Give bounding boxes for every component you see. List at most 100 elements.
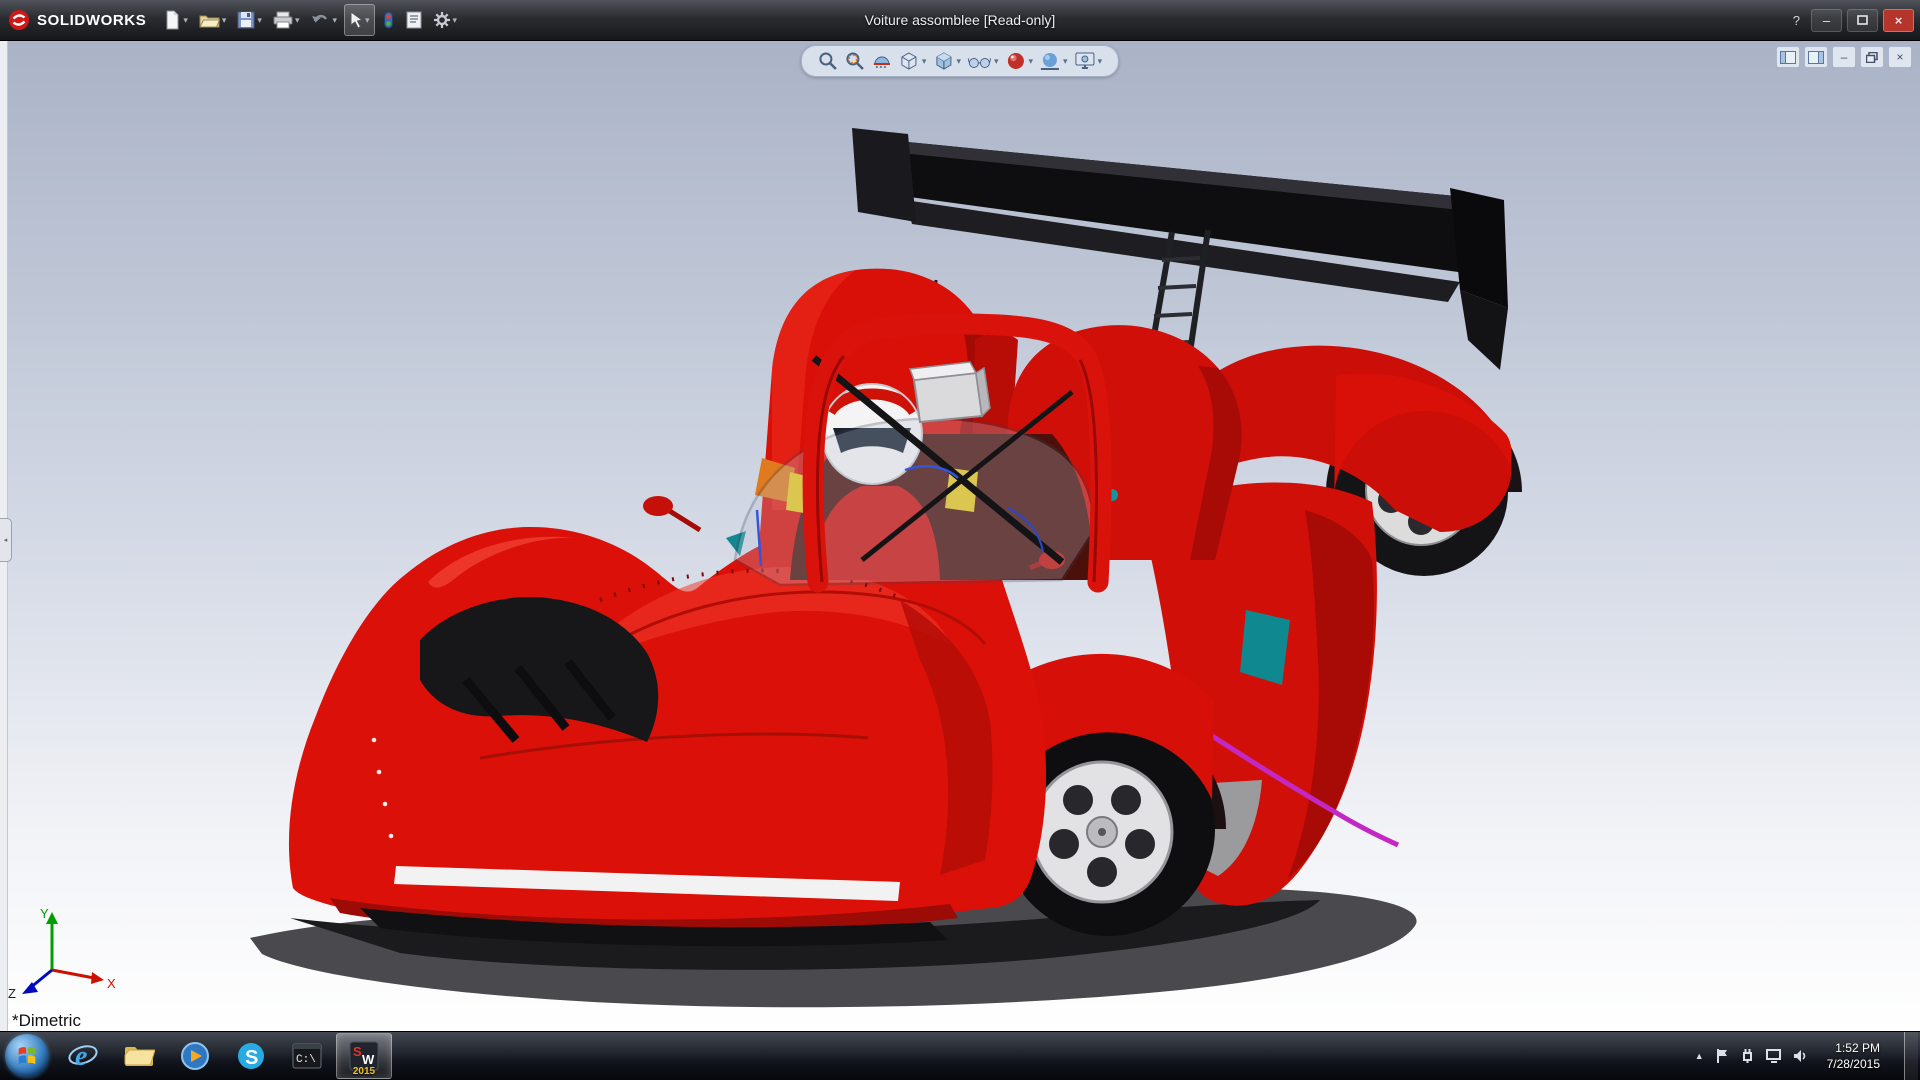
- dropdown-arrow-icon[interactable]: ▾: [332, 15, 337, 26]
- dropdown-arrow-icon[interactable]: ▾: [257, 15, 262, 26]
- panel-splitter-handle[interactable]: ◂: [0, 518, 12, 562]
- svg-text:S: S: [353, 1044, 362, 1059]
- intake-box: [910, 362, 990, 422]
- doc-restore-button[interactable]: [1860, 46, 1884, 68]
- zoom-fit-icon: [818, 51, 838, 71]
- view-cube-icon: [899, 51, 919, 71]
- view-settings-button[interactable]: ▾: [1075, 52, 1103, 70]
- save-button[interactable]: ▾: [233, 5, 266, 35]
- dropdown-arrow-icon[interactable]: ▾: [183, 15, 188, 26]
- dropdown-arrow-icon[interactable]: ▾: [922, 56, 927, 67]
- skype-icon: S: [236, 1041, 266, 1071]
- quick-access-toolbar: ▾ ▾ ▾ ▾ ▾ ▾ ▾: [160, 4, 461, 36]
- graphics-area[interactable]: Y X Z ◂ ▾ ▾ ▾: [0, 40, 1920, 1032]
- section-view-icon: [872, 52, 892, 70]
- system-tray: ▲ 1:52 PM 7/28/2015: [1695, 1032, 1920, 1080]
- triad-x-label: X: [107, 976, 116, 991]
- command-prompt-icon: C:\: [292, 1043, 322, 1069]
- maximize-button[interactable]: [1847, 9, 1878, 32]
- taskbar-skype[interactable]: S: [224, 1034, 278, 1078]
- apply-scene-button[interactable]: ▾: [1040, 51, 1068, 71]
- feature-pane-left-button[interactable]: [1776, 46, 1800, 68]
- rebuild-button[interactable]: [378, 5, 399, 35]
- orientation-triad: Y X Z: [8, 906, 116, 1001]
- open-button[interactable]: ▾: [195, 5, 231, 35]
- dropdown-arrow-icon[interactable]: ▾: [994, 56, 999, 67]
- windows-flag-icon: [15, 1044, 39, 1068]
- select-button[interactable]: ▾: [344, 4, 375, 36]
- doc-close-button[interactable]: ×: [1888, 46, 1912, 68]
- dropdown-arrow-icon[interactable]: ▾: [956, 56, 961, 67]
- start-button[interactable]: [5, 1034, 49, 1078]
- undo-arrow-icon: [310, 12, 330, 28]
- dropdown-arrow-icon[interactable]: ▾: [1063, 56, 1068, 67]
- taskbar-windows-explorer[interactable]: [112, 1034, 166, 1078]
- view-orientation-label: *Dimetric: [12, 1011, 81, 1031]
- svg-text:e: e: [75, 1041, 87, 1072]
- display-icon[interactable]: [1766, 1049, 1782, 1063]
- close-button[interactable]: ×: [1883, 9, 1914, 32]
- triad-y-label: Y: [40, 906, 49, 921]
- taskbar-internet-explorer[interactable]: e: [56, 1034, 110, 1078]
- taskbar-clock[interactable]: 1:52 PM 7/28/2015: [1819, 1040, 1888, 1072]
- view-orientation-button[interactable]: ▾: [899, 51, 927, 71]
- view-settings-icon: [1075, 52, 1095, 70]
- heads-up-view-toolbar: ▾ ▾ ▾ ▾ ▾ ▾: [801, 45, 1119, 77]
- display-style-icon: [933, 51, 953, 71]
- pane-right-icon: [1808, 51, 1824, 64]
- options-gear-icon: [433, 11, 451, 29]
- dropdown-arrow-icon[interactable]: ▾: [1029, 56, 1034, 67]
- feature-pane-right-button[interactable]: [1804, 46, 1828, 68]
- svg-text:C:\: C:\: [296, 1054, 316, 1066]
- dropdown-arrow-icon[interactable]: ▾: [365, 15, 370, 26]
- print-icon: [273, 11, 293, 29]
- clock-time: 1:52 PM: [1827, 1040, 1880, 1056]
- scene-ball-icon: [1040, 51, 1060, 71]
- file-properties-icon: [406, 11, 422, 29]
- edit-appearance-button[interactable]: ▾: [1006, 51, 1034, 71]
- power-plug-icon[interactable]: [1740, 1048, 1755, 1064]
- teal-side-window: [1240, 610, 1290, 685]
- window-title: Voiture assomblee [Read-only]: [865, 12, 1056, 28]
- eyeglasses-icon: [968, 54, 991, 69]
- internet-explorer-icon: e: [66, 1040, 100, 1072]
- print-button[interactable]: ▾: [269, 5, 304, 35]
- open-folder-icon: [199, 12, 220, 29]
- display-style-button[interactable]: ▾: [933, 51, 961, 71]
- logo-text: SOLIDWORKS: [37, 12, 146, 29]
- select-cursor-icon: [349, 11, 363, 29]
- taskbar-media-player[interactable]: [168, 1034, 222, 1078]
- save-floppy-icon: [237, 11, 255, 29]
- file-properties-button[interactable]: [402, 5, 426, 35]
- taskbar: e S C:\ S W 2015: [0, 1031, 1920, 1080]
- taskbar-command-prompt[interactable]: C:\: [280, 1034, 334, 1078]
- zoom-to-area-button[interactable]: [845, 51, 865, 71]
- maximize-icon: [1857, 15, 1868, 25]
- options-button[interactable]: ▾: [429, 5, 462, 35]
- car-model-render[interactable]: Y X Z: [0, 40, 1920, 1032]
- minimize-button[interactable]: –: [1811, 9, 1842, 32]
- pane-left-icon: [1780, 51, 1796, 64]
- main-hull: [289, 522, 1046, 946]
- hide-show-items-button[interactable]: ▾: [968, 54, 999, 69]
- volume-icon[interactable]: [1793, 1049, 1808, 1063]
- new-button[interactable]: ▾: [160, 5, 192, 35]
- dropdown-arrow-icon[interactable]: ▾: [222, 15, 227, 26]
- doc-minimize-button[interactable]: –: [1832, 46, 1856, 68]
- taskbar-solidworks[interactable]: S W 2015: [336, 1033, 392, 1079]
- document-window-controls: – ×: [1776, 46, 1912, 68]
- dropdown-arrow-icon[interactable]: ▾: [453, 15, 458, 26]
- media-player-icon: [180, 1041, 210, 1071]
- show-desktop-button[interactable]: [1904, 1032, 1918, 1080]
- action-center-flag-icon[interactable]: [1715, 1048, 1729, 1064]
- undo-button[interactable]: ▾: [306, 5, 341, 35]
- dropdown-arrow-icon[interactable]: ▾: [295, 15, 300, 26]
- titlebar: SOLIDWORKS ▾ ▾ ▾ ▾ ▾ ▾: [0, 0, 1920, 41]
- zoom-to-fit-button[interactable]: [818, 51, 838, 71]
- help-button[interactable]: ?: [1793, 13, 1800, 28]
- section-view-button[interactable]: [872, 52, 892, 70]
- solidworks-logo-icon: [8, 9, 30, 31]
- show-hidden-icons-button[interactable]: ▲: [1695, 1051, 1704, 1061]
- new-file-icon: [164, 10, 181, 30]
- dropdown-arrow-icon[interactable]: ▾: [1098, 56, 1103, 67]
